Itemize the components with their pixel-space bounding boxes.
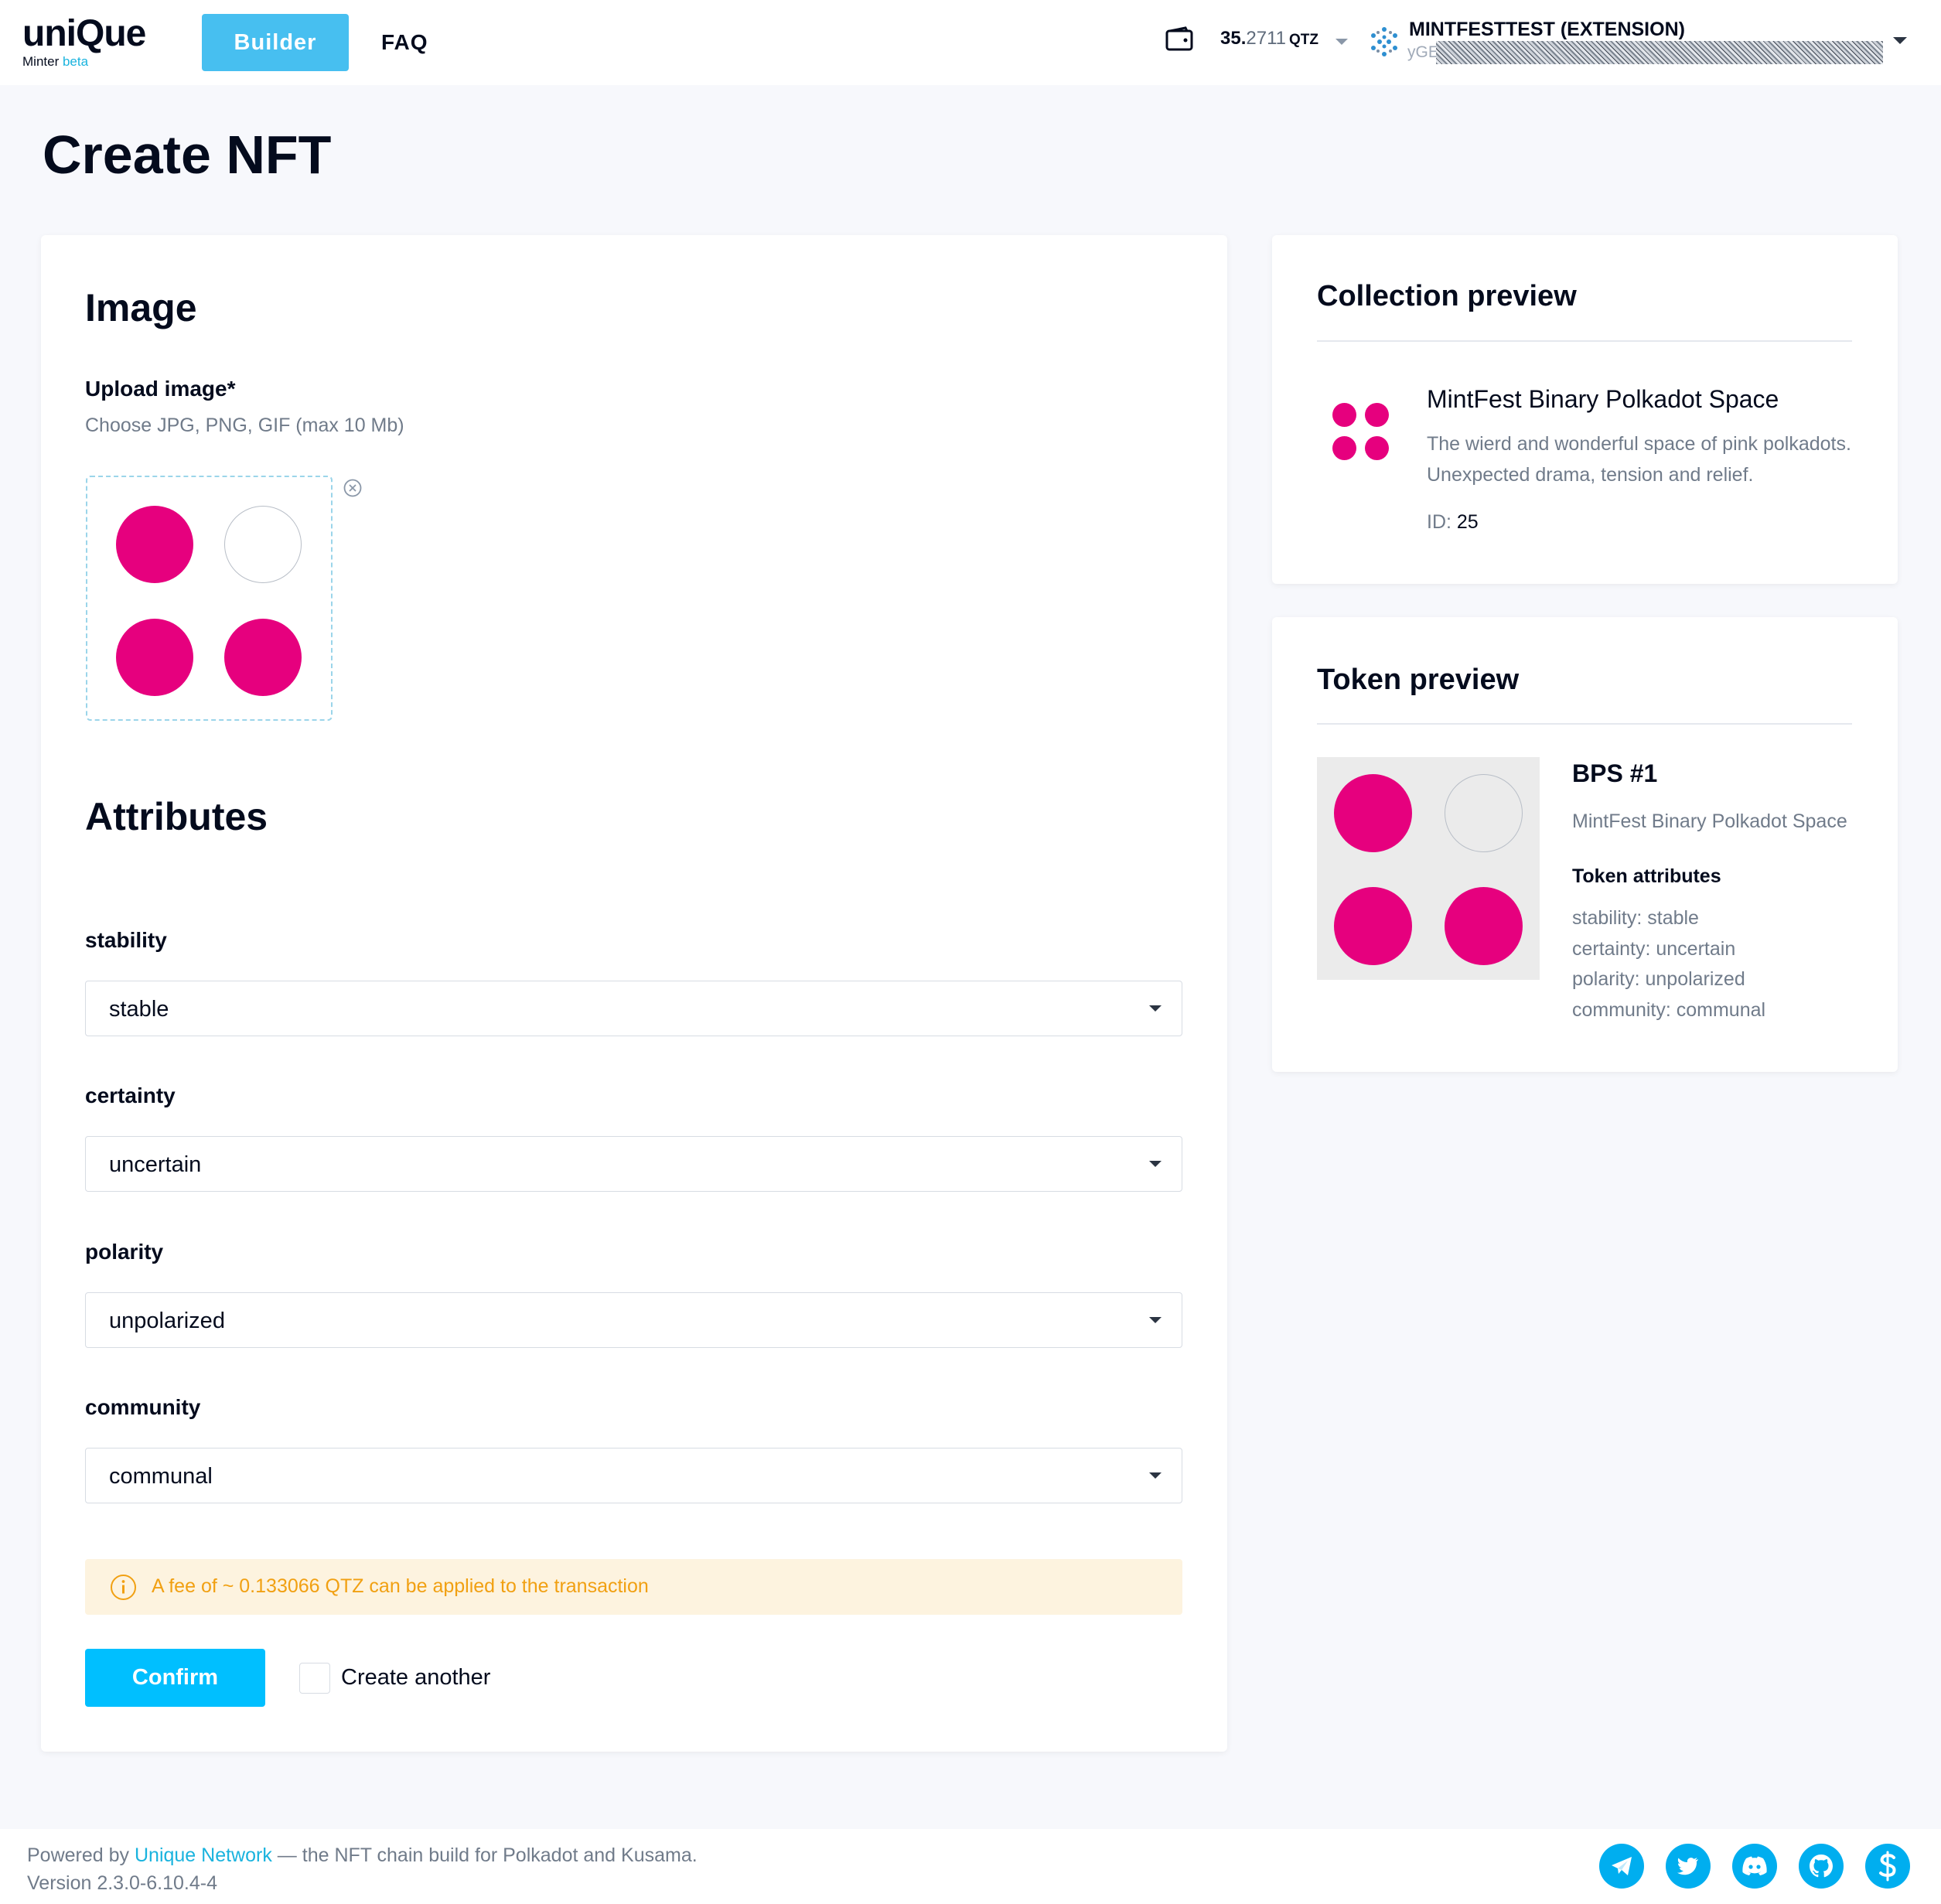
token-image-dot bbox=[1334, 774, 1412, 852]
token-attributes-title: Token attributes bbox=[1572, 865, 1721, 887]
logo-sub-minter: Minter bbox=[22, 54, 60, 69]
footer-powered-by: Powered by Unique Network — the NFT chai… bbox=[27, 1844, 698, 1867]
logo-sub-beta: beta bbox=[62, 54, 89, 69]
balance-int: 35. bbox=[1220, 28, 1247, 49]
collection-cover-dot bbox=[1365, 403, 1389, 427]
uploaded-image-dot bbox=[116, 619, 193, 696]
collection-description: The wierd and wonderful space of pink po… bbox=[1427, 433, 1851, 486]
footer-powered-prefix: Powered by bbox=[27, 1844, 130, 1866]
token-image-dot bbox=[1334, 887, 1412, 965]
collection-name: MintFest Binary Polkadot Space bbox=[1427, 385, 1779, 413]
confirm-button[interactable]: Confirm bbox=[85, 1649, 265, 1707]
select-chevron-down-icon bbox=[1149, 1005, 1162, 1012]
fee-warning-text: A fee of ~ 0.133066 QTZ can be applied t… bbox=[152, 1575, 649, 1597]
attribute-select-value: stable bbox=[109, 997, 169, 1022]
attributes-section-title: Attributes bbox=[85, 795, 268, 838]
token-attribute-item: stability: stable bbox=[1572, 907, 1699, 929]
select-chevron-down-icon bbox=[1149, 1472, 1162, 1479]
select-chevron-down-icon bbox=[1149, 1317, 1162, 1323]
account-dropdown-chevron-icon[interactable] bbox=[1893, 37, 1907, 44]
nav-builder-button[interactable]: Builder bbox=[202, 14, 349, 71]
token-preview-card: Token preview BPS #1 MintFest Binary Pol… bbox=[1272, 617, 1898, 1072]
token-image-dot bbox=[1445, 887, 1523, 965]
attribute-select-value: unpolarized bbox=[109, 1309, 225, 1333]
upload-image-hint: Choose JPG, PNG, GIF (max 10 Mb) bbox=[85, 415, 404, 436]
token-attribute-item: certainty: uncertain bbox=[1572, 938, 1736, 960]
upload-image-label: Upload image* bbox=[85, 377, 236, 401]
page-title: Create NFT bbox=[43, 125, 332, 185]
select-chevron-down-icon bbox=[1149, 1161, 1162, 1167]
footer-version: Version 2.3.0-6.10.4-4 bbox=[27, 1872, 217, 1894]
attribute-label-stability: stability bbox=[85, 928, 167, 952]
attribute-label-community: community bbox=[85, 1395, 201, 1419]
collection-id: ID: 25 bbox=[1427, 511, 1479, 534]
image-section-title: Image bbox=[85, 286, 197, 329]
attribute-select-certainty[interactable]: uncertain bbox=[85, 1136, 1182, 1192]
subsocial-icon[interactable] bbox=[1865, 1844, 1910, 1889]
github-icon[interactable] bbox=[1799, 1844, 1844, 1889]
attribute-select-value: uncertain bbox=[109, 1152, 202, 1177]
image-upload-dropzone[interactable] bbox=[86, 476, 333, 721]
attribute-select-stability[interactable]: stable bbox=[85, 981, 1182, 1036]
token-image bbox=[1317, 757, 1540, 980]
create-nft-form: Image Upload image* Choose JPG, PNG, GIF… bbox=[41, 235, 1227, 1752]
balance-dropdown-chevron-icon[interactable] bbox=[1336, 39, 1348, 45]
token-attribute-item: polarity: unpolarized bbox=[1572, 968, 1745, 990]
uploaded-image-dot bbox=[224, 506, 302, 583]
account-address-redaction bbox=[1436, 41, 1883, 64]
token-attribute-item: community: communal bbox=[1572, 999, 1766, 1021]
token-collection-name: MintFest Binary Polkadot Space bbox=[1572, 810, 1847, 832]
collection-id-value: 25 bbox=[1456, 511, 1479, 533]
discord-icon[interactable] bbox=[1732, 1844, 1777, 1889]
collection-cover-dot bbox=[1332, 436, 1356, 460]
token-image-dot bbox=[1445, 774, 1523, 852]
collection-preview-card: Collection preview MintFest Binary Polka… bbox=[1272, 235, 1898, 584]
attribute-label-certainty: certainty bbox=[85, 1083, 176, 1107]
attribute-select-community[interactable]: communal bbox=[85, 1448, 1182, 1503]
fee-warning-banner: A fee of ~ 0.133066 QTZ can be applied t… bbox=[85, 1559, 1182, 1615]
balance-unit: QTZ bbox=[1288, 32, 1318, 48]
page-footer: Powered by Unique Network — the NFT chai… bbox=[0, 1829, 1941, 1904]
top-header: uniQue Minter beta Builder FAQ 35.2711 QT… bbox=[0, 0, 1941, 85]
info-icon bbox=[111, 1575, 136, 1600]
wallet-icon[interactable] bbox=[1165, 26, 1193, 51]
logo-wordmark: uniQue bbox=[22, 13, 146, 54]
account-address: yGE bbox=[1407, 43, 1439, 61]
uploaded-image-dot bbox=[116, 506, 193, 583]
attribute-select-value: communal bbox=[109, 1464, 213, 1489]
token-preview-title: Token preview bbox=[1317, 664, 1520, 696]
nav-faq-link[interactable]: FAQ bbox=[381, 14, 428, 71]
telegram-icon[interactable] bbox=[1599, 1844, 1644, 1889]
account-identicon-icon bbox=[1371, 27, 1397, 56]
collection-cover-dot bbox=[1365, 436, 1389, 460]
unique-logo[interactable]: uniQue Minter beta bbox=[22, 9, 169, 71]
footer-powered-suffix: — the NFT chain build for Polkadot and K… bbox=[277, 1844, 698, 1866]
uploaded-image-dot bbox=[224, 619, 302, 696]
remove-image-close-icon[interactable] bbox=[343, 478, 363, 498]
unique-network-link[interactable]: Unique Network bbox=[135, 1844, 272, 1866]
create-another-label[interactable]: Create another bbox=[341, 1665, 490, 1691]
collection-preview-title: Collection preview bbox=[1317, 280, 1577, 312]
collection-id-label: ID: bbox=[1427, 511, 1451, 533]
twitter-icon[interactable] bbox=[1666, 1844, 1711, 1889]
divider bbox=[1317, 340, 1852, 342]
collection-cover-dot bbox=[1332, 403, 1356, 427]
logo-subtitle: Minter beta bbox=[22, 54, 88, 70]
create-another-checkbox[interactable] bbox=[299, 1663, 330, 1694]
balance-display[interactable]: 35.2711 QTZ bbox=[1220, 28, 1318, 49]
balance-dec: 2711 bbox=[1246, 28, 1286, 49]
token-name: BPS #1 bbox=[1572, 759, 1658, 787]
divider bbox=[1317, 723, 1852, 725]
account-name[interactable]: MINTFESTTEST (EXTENSION) bbox=[1409, 19, 1685, 41]
attribute-label-polarity: polarity bbox=[85, 1240, 164, 1264]
attribute-select-polarity[interactable]: unpolarized bbox=[85, 1292, 1182, 1348]
